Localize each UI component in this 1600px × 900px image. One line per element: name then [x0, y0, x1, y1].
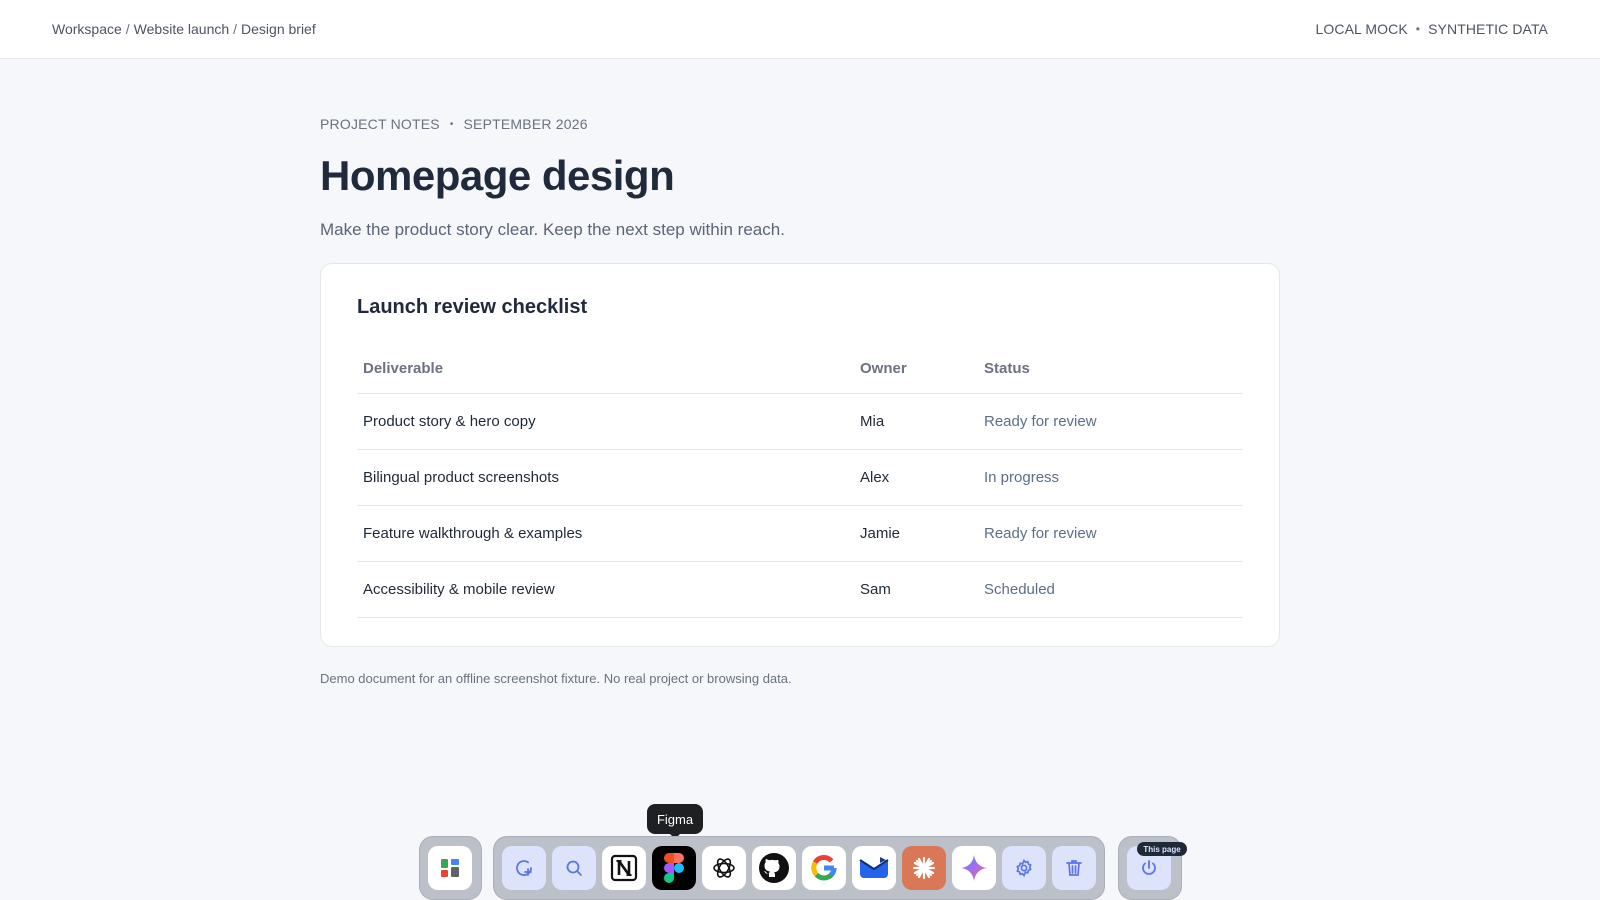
deliverable-cell: Bilingual product screenshots: [357, 449, 854, 506]
mail-app[interactable]: [852, 846, 896, 890]
column-header-owner: Owner: [854, 344, 978, 394]
settings-button[interactable]: [1002, 846, 1046, 890]
status-cell: Ready for review: [978, 505, 1243, 562]
gemini-icon: [961, 855, 987, 881]
status-cell: Ready for review: [978, 393, 1243, 450]
page-subtitle: Make the product story clear. Keep the n…: [320, 220, 785, 239]
deliverable-cell: Feature walkthrough & examples: [357, 505, 854, 562]
figma-icon: [664, 853, 684, 883]
deliverable-cell: Product story & hero copy: [357, 393, 854, 450]
document: PROJECT NOTES • SEPTEMBER 2026 Homepage …: [320, 116, 1280, 686]
status-cell: In progress: [978, 449, 1243, 506]
dock-power-group: This page: [1118, 836, 1187, 900]
breadcrumb: Workspace / Website launch / Design brie…: [52, 21, 316, 37]
table-row: Feature walkthrough & examples Jamie Rea…: [357, 505, 1243, 562]
eyebrow: PROJECT NOTES • SEPTEMBER 2026: [320, 116, 1280, 132]
table-row: Accessibility & mobile review Sam Schedu…: [357, 561, 1243, 618]
owner-cell: Alex: [854, 449, 978, 506]
synthetic-data-label: SYNTHETIC DATA: [1428, 21, 1548, 37]
chatgpt-app[interactable]: [702, 846, 746, 890]
dock-tooltip: Figma: [647, 804, 703, 839]
settings-icon: [1016, 858, 1032, 878]
breadcrumb-separator: /: [233, 21, 238, 37]
environment-label: LOCAL MOCK • SYNTHETIC DATA: [1316, 21, 1548, 37]
breadcrumb-website-launch[interactable]: Website launch: [134, 21, 229, 37]
checklist-table: Deliverable Owner Status Product story &…: [357, 344, 1243, 618]
github-app[interactable]: [752, 846, 796, 890]
checklist-title: Launch review checklist: [357, 296, 588, 318]
power-icon: [1142, 860, 1156, 875]
notion-app[interactable]: [602, 846, 646, 890]
dot-separator: •: [1415, 22, 1421, 36]
power-button[interactable]: This page: [1127, 842, 1187, 890]
column-header-deliverable: Deliverable: [357, 344, 854, 394]
top-bar: Workspace / Website launch / Design brie…: [0, 0, 1600, 59]
status-cell: Scheduled: [978, 561, 1243, 618]
breadcrumb-workspace[interactable]: Workspace: [52, 21, 122, 37]
search-icon: [566, 860, 582, 876]
deliverable-cell: Accessibility & mobile review: [357, 561, 854, 618]
gemini-app[interactable]: [952, 846, 996, 890]
trash-icon: [1066, 860, 1082, 876]
column-header-status: Status: [978, 344, 1243, 394]
local-mock-label: LOCAL MOCK: [1315, 21, 1408, 37]
breadcrumb-separator: /: [125, 21, 130, 37]
owner-cell: Sam: [854, 561, 978, 618]
eyebrow-date: SEPTEMBER 2026: [463, 116, 588, 132]
dock-apps-group: [493, 836, 1105, 900]
this-page-badge: This page: [1137, 842, 1187, 856]
google-app[interactable]: [802, 846, 846, 890]
breadcrumb-design-brief: Design brief: [241, 21, 316, 37]
table-row: Bilingual product screenshots Alex In pr…: [357, 449, 1243, 506]
footnote: Demo document for an offline screenshot …: [320, 671, 792, 686]
claude-icon: [912, 856, 936, 880]
claude-app[interactable]: [902, 846, 946, 890]
launcher-button[interactable]: [428, 846, 472, 890]
checklist-card: Launch review checklist Deliverable Owne…: [320, 263, 1280, 647]
figma-app[interactable]: [652, 846, 696, 890]
dock-launcher-group: [419, 836, 482, 900]
dot-separator: •: [449, 118, 454, 130]
page-title: Homepage design: [320, 152, 675, 199]
eyebrow-section: PROJECT NOTES: [320, 116, 440, 132]
launcher-icon: [441, 859, 459, 877]
chatgpt-icon: [713, 858, 735, 878]
search-button[interactable]: [552, 846, 596, 890]
notion-icon: [610, 854, 638, 882]
new-chat-button[interactable]: [502, 846, 546, 890]
google-icon: [811, 855, 837, 881]
owner-cell: Mia: [854, 393, 978, 450]
new-chat-icon: [516, 860, 532, 876]
owner-cell: Jamie: [854, 505, 978, 562]
mail-icon: [859, 857, 889, 878]
table-header-row: Deliverable Owner Status: [357, 344, 1243, 394]
table-row: Product story & hero copy Mia Ready for …: [357, 393, 1243, 450]
github-icon: [759, 853, 789, 883]
trash-button[interactable]: [1052, 846, 1096, 890]
